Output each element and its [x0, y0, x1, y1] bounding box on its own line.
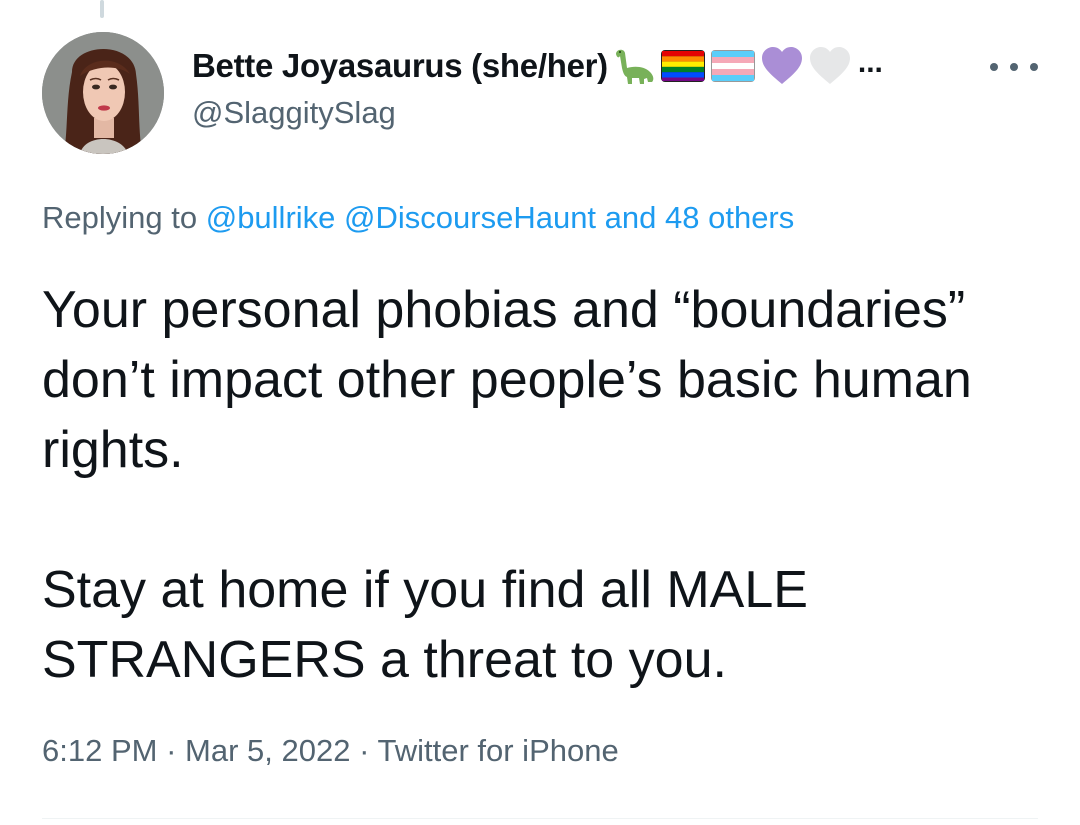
- author-display-name[interactable]: Bette Joyasaurus (she/her): [192, 47, 608, 85]
- thread-connector-line: [100, 0, 104, 18]
- more-options-button[interactable]: [990, 52, 1038, 82]
- tweet-date[interactable]: Mar 5, 2022: [185, 733, 350, 768]
- white-heart-emoji: [808, 46, 852, 86]
- transgender-flag-emoji: [710, 49, 756, 83]
- author-handle[interactable]: @SlaggitySlag: [192, 95, 396, 131]
- tweet-body: Your personal phobias and “boundaries” d…: [42, 275, 1042, 695]
- meta-separator-2: ·: [359, 733, 370, 768]
- divider: [42, 818, 1038, 819]
- author-name-row[interactable]: Bette Joyasaurus (she/her) ...: [192, 44, 883, 88]
- name-truncation-ellipsis: ...: [857, 46, 883, 79]
- more-horizontal-icon-dot-2: [1010, 63, 1018, 71]
- more-horizontal-icon-dot-3: [1030, 63, 1038, 71]
- replying-to-prefix: Replying to: [42, 200, 198, 235]
- avatar[interactable]: [42, 32, 164, 154]
- purple-heart-emoji: [760, 46, 804, 86]
- tweet-paragraph-1: Your personal phobias and “boundaries” d…: [42, 281, 972, 479]
- tweet-paragraph-2: Stay at home if you find all MALE STRANG…: [42, 561, 808, 689]
- mention-link-discoursehaunt[interactable]: @DiscourseHaunt: [344, 200, 596, 235]
- tweet-time[interactable]: 6:12 PM: [42, 733, 157, 768]
- rainbow-flag-emoji: [660, 49, 706, 83]
- replying-to-line: Replying to @bullrike @DiscourseHaunt an…: [42, 200, 794, 236]
- sauropod-emoji: [612, 46, 656, 86]
- tweet-meta: 6:12 PM · Mar 5, 2022 · Twitter for iPho…: [42, 733, 619, 769]
- replying-to-others-link[interactable]: and 48 others: [605, 200, 795, 235]
- more-horizontal-icon: [990, 63, 998, 71]
- tweet-source[interactable]: Twitter for iPhone: [377, 733, 618, 768]
- avatar-image: [42, 32, 164, 154]
- mention-link-bullrike[interactable]: @bullrike: [206, 200, 336, 235]
- meta-separator-1: ·: [166, 733, 177, 768]
